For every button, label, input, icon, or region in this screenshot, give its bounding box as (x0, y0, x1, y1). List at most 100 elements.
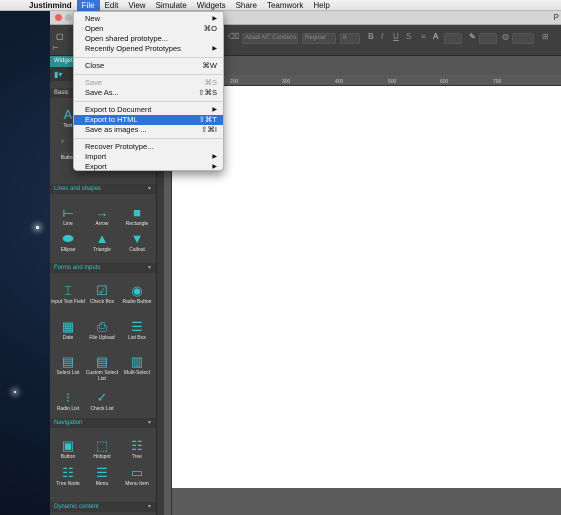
close-window-icon[interactable] (55, 14, 62, 21)
minimize-window-icon[interactable] (65, 14, 72, 21)
font-size-select[interactable]: 8 (340, 33, 360, 44)
menu-item-new[interactable]: New ▶ (74, 14, 223, 24)
widget-menu[interactable]: ☰ Menu (85, 464, 119, 487)
radio-list-icon: ⁝ (65, 390, 71, 405)
font-family-select[interactable]: Abadi MT Condens (242, 33, 298, 44)
widget-label: Menu (95, 481, 109, 487)
menu-teamwork[interactable]: Teamwork (262, 0, 308, 11)
widget-radio-button[interactable]: ◉ Radio Button (120, 282, 154, 305)
widget-ellipse[interactable]: ⬬ Ellipse (51, 230, 85, 253)
widget-rectangle[interactable]: ■ Rectangle (120, 204, 154, 227)
back-icon[interactable]: ⊢ (53, 45, 58, 52)
widget-callout[interactable]: ▼ Callout (120, 230, 154, 253)
widget-tree[interactable]: ☷ Tree (120, 437, 154, 460)
widget-label: File Upload (89, 335, 115, 341)
bold-button[interactable]: B (368, 32, 374, 41)
font-color-button[interactable]: A (433, 32, 438, 41)
widget-custom-select-list[interactable]: ▤ Custom Select List (85, 353, 119, 382)
widget-list-box[interactable]: ☰ List Box (120, 318, 154, 341)
widget-label: Multi-Select (123, 370, 151, 376)
font-color-select[interactable] (444, 33, 462, 44)
menu-item-recent-prototypes[interactable]: Recently Opened Prototypes ▶ (74, 44, 223, 54)
widget-label: Check List (90, 406, 114, 412)
widget-label: Hotspot (93, 454, 111, 460)
grid-icon[interactable]: ⊞ (542, 32, 549, 41)
ruler-mark: 200 (230, 79, 239, 85)
widget-label: Triangle (93, 247, 111, 253)
widget-nav-button[interactable]: ▣ Button (51, 437, 85, 460)
menu-item-save-as[interactable]: Save As... ⇧⌘S (74, 88, 223, 98)
menu-app-name[interactable]: Justinmind (24, 0, 77, 11)
section-forms-and-inputs[interactable]: Forms and inputs ▾ (50, 263, 156, 273)
section-lines-and-shapes[interactable]: Lines and shapes ▾ (50, 184, 156, 194)
widget-label: Check Box (89, 299, 115, 305)
menu-item-shortcut: ⌘S (204, 78, 217, 87)
widget-tree-node[interactable]: ☷ Tree Node (51, 464, 85, 487)
widget-label: Menu Item (125, 481, 149, 487)
ruler-mark: 300 (282, 79, 291, 85)
pen-icon[interactable]: ✎ (469, 32, 476, 41)
menu-item-export-to-html[interactable]: Export to HTML ⇧⌘T (74, 115, 223, 125)
section-navigation[interactable]: Navigation ▾ (50, 418, 156, 428)
italic-button[interactable]: I (381, 32, 383, 41)
menu-item-label: Close (85, 61, 105, 70)
menu-file[interactable]: File (76, 0, 100, 11)
menu-item-save-as-images[interactable]: Save as images ... ⇧⌘I (74, 125, 223, 135)
widget-check-list[interactable]: ✓ Check List (85, 389, 119, 412)
file-menu-dropdown: New ▶ Open ⌘O Open shared prototype... Rec… (73, 11, 224, 171)
widget-file-upload[interactable]: ⎙ File Upload (85, 318, 119, 341)
select-list-icon: ▤ (61, 354, 75, 369)
menu-item-import[interactable]: Import ▶ (74, 152, 223, 162)
menu-widgets[interactable]: Widgets (192, 0, 231, 11)
fill-color-select[interactable] (512, 33, 534, 44)
menu-item-label: Open (85, 24, 104, 33)
widget-triangle[interactable]: ▲ Triangle (85, 230, 119, 253)
menu-separator (74, 138, 223, 139)
strikethrough-icon[interactable]: S (406, 32, 411, 41)
menu-item-export[interactable]: Export ▶ (74, 162, 223, 172)
widget-menu-item[interactable]: ▭ Menu Item (120, 464, 154, 487)
widget-input-text-field[interactable]: ⌶ Input Text Field (51, 282, 85, 305)
menu-edit[interactable]: Edit (100, 0, 124, 11)
widget-hotspot[interactable]: ⬚ Hotspot (85, 437, 119, 460)
align-icon[interactable]: ≡ (421, 32, 426, 41)
menu-share[interactable]: Share (231, 0, 262, 11)
design-page[interactable] (172, 86, 561, 488)
tree-node-icon: ☷ (62, 465, 74, 480)
section-dynamic-content[interactable]: Dynamic content ▾ (50, 502, 156, 512)
menu-item-export-to-document[interactable]: Export to Document ▶ (74, 105, 223, 115)
menu-item-open-shared[interactable]: Open shared prototype... (74, 34, 223, 44)
widget-check-box[interactable]: ☑ Check Box (85, 282, 119, 305)
menu-item-close[interactable]: Close ⌘W (74, 61, 223, 71)
line-color-select[interactable] (479, 33, 497, 44)
menu-item-label: Save As... (85, 88, 119, 97)
hotspot-icon: ⬚ (95, 438, 109, 453)
menu-view[interactable]: View (123, 0, 150, 11)
menu-simulate[interactable]: Simulate (151, 0, 192, 11)
menu-item-recover-prototype[interactable]: Recover Prototype... (74, 142, 223, 152)
format-painter-icon[interactable]: ⌫ (228, 32, 239, 41)
canvas-area[interactable] (172, 86, 561, 515)
widget-arrow[interactable]: → Arrow (85, 204, 119, 227)
menu-item-label: Export (85, 162, 107, 171)
widget-select-list[interactable]: ▤ Select List (51, 353, 85, 376)
widget-date[interactable]: ▦ Date (51, 318, 85, 341)
underline-button[interactable]: U (393, 32, 399, 41)
menu-item-shortcut: ⇧⌘S (198, 88, 217, 97)
menu-separator (74, 74, 223, 75)
file-upload-icon: ⎙ (96, 319, 108, 334)
new-file-icon[interactable]: ▢ (56, 32, 64, 41)
widget-multi-select[interactable]: ▥ Multi-Select (120, 353, 154, 376)
menu-item-open[interactable]: Open ⌘O (74, 24, 223, 34)
menu-help[interactable]: Help (308, 0, 334, 11)
horizontal-ruler: 100 200 300 400 500 600 700 (172, 75, 561, 86)
tree-icon: ☷ (131, 438, 143, 453)
fill-icon[interactable]: ◍ (502, 32, 509, 41)
chevron-down-icon: ▾ (147, 504, 151, 510)
triangle-icon: ▲ (95, 231, 109, 246)
widget-line[interactable]: ⟝ Line (51, 204, 85, 227)
widget-library-icon[interactable]: ▮▾ (54, 70, 62, 79)
rectangle-icon: ■ (133, 205, 141, 220)
font-style-select[interactable]: Regular (302, 33, 336, 44)
widget-radio-list[interactable]: ⁝ Radio List (51, 389, 85, 412)
